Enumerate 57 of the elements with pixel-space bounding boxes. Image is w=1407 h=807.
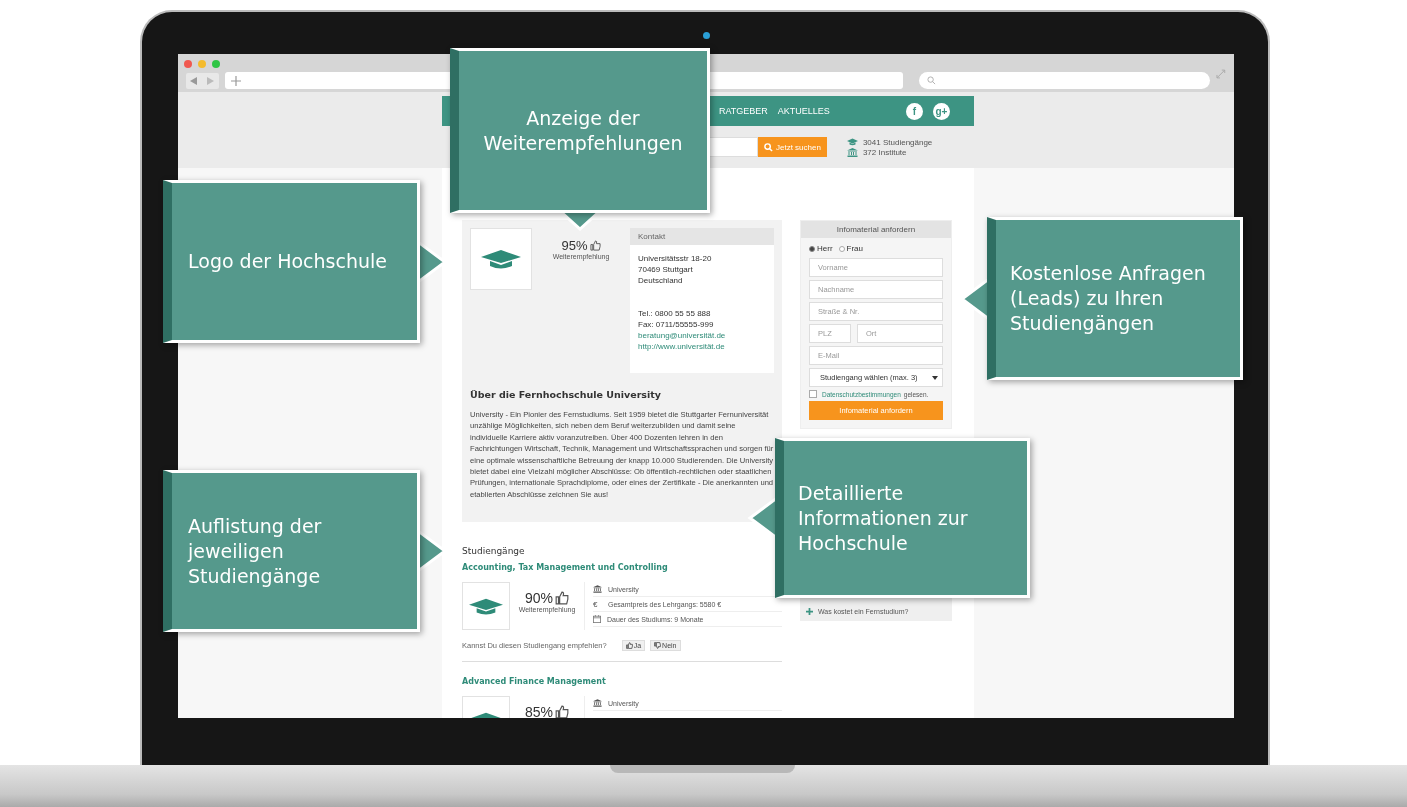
thumbs-up-icon [589, 240, 601, 251]
search-icon [764, 142, 773, 152]
plus-icon [806, 608, 813, 615]
thumbs-down-icon [654, 642, 662, 650]
recommendation-percent: 95% [561, 238, 588, 253]
calendar-icon [593, 615, 601, 624]
about-heading: Über die Fernhochschule University [470, 389, 662, 400]
callout-tooltip: Kostenlose Anfragen (Leads) zu Ihren Studiengängen [987, 217, 1243, 380]
form-heading: Infomaterial anfordern [801, 221, 951, 238]
thumbs-up-icon [555, 591, 569, 606]
caret-icon [932, 375, 938, 380]
callout-pointer [747, 498, 777, 538]
building-icon [593, 699, 602, 708]
thumbs-up-icon [555, 705, 569, 718]
graduation-cap-icon [846, 138, 858, 146]
website-link[interactable]: http://www.universität.de [638, 341, 766, 352]
address-line: Deutschland [638, 275, 684, 286]
recommendation-percent: 85% [525, 704, 553, 718]
stat-text: 3041 Studiengänge [862, 137, 933, 147]
recommendation-percent: 90% [525, 590, 553, 607]
camera-icon [703, 32, 710, 39]
fax-number: Fax: 0711/55555-999 [638, 319, 715, 330]
nav-link[interactable]: AKTUELLES [777, 106, 830, 116]
address-line: Universitätsstr 18-20 [638, 253, 713, 264]
maximize-icon[interactable] [212, 60, 220, 68]
callout-tooltip: Detaillierte Informationen zur Hochschule [775, 438, 1030, 598]
callout-tooltip: Anzeige der Weiterempfehlungen [450, 48, 710, 213]
course-title-link[interactable]: Accounting, Tax Management und Controlling [462, 563, 668, 573]
course-title-link[interactable]: Advanced Finance Management [462, 677, 606, 687]
expand-icon[interactable] [1216, 68, 1226, 79]
search-button[interactable]: Jetzt suchen [758, 137, 827, 157]
graduation-cap-icon [481, 249, 521, 269]
euro-symbol: € [593, 599, 599, 609]
callout-tooltip: Logo der Hochschule [163, 180, 420, 343]
privacy-checkbox[interactable] [809, 390, 817, 398]
callout-tooltip: Auflistung der jeweiligen Studiengänge [163, 470, 420, 632]
stat-text: 372 Institute [862, 147, 907, 157]
nav-link[interactable]: RATGEBER [719, 106, 768, 116]
search-icon [927, 76, 936, 85]
phone-number: Tel.: 0800 55 55 888 [638, 308, 712, 319]
building-icon [593, 585, 602, 594]
building-icon [846, 147, 858, 157]
social-button[interactable]: f [906, 102, 923, 120]
contact-heading: Kontakt [630, 228, 774, 245]
salutation-radio[interactable]: Herr [809, 244, 833, 253]
salutation-radio[interactable]: Frau [838, 244, 863, 253]
email-link[interactable]: beratung@universität.de [638, 330, 766, 341]
thumbs-up-icon [625, 642, 633, 650]
browser-search-field[interactable] [919, 72, 1211, 89]
minimize-icon[interactable] [198, 60, 206, 68]
plus-icon[interactable] [231, 75, 241, 86]
courses-heading: Studiengänge [462, 546, 526, 557]
back-forward-buttons[interactable] [186, 72, 219, 89]
social-button[interactable]: g+ [933, 102, 950, 120]
close-icon[interactable] [184, 60, 192, 68]
address-line: 70469 Stuttgart [638, 264, 694, 275]
graduation-cap-icon [469, 597, 503, 615]
